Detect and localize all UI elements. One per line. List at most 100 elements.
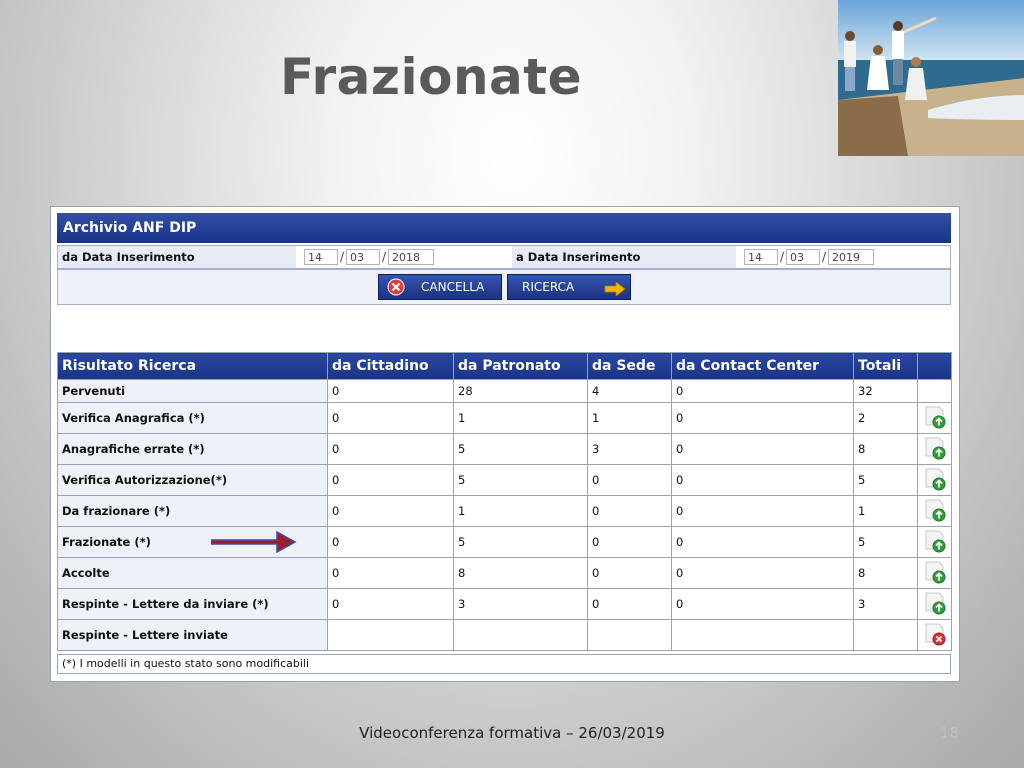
table-cell: 28 bbox=[453, 379, 588, 403]
table-row: Verifica Anagrafica (*) 0 1 1 0 2 bbox=[57, 402, 952, 434]
table-cell: 0 bbox=[671, 588, 854, 620]
table-header-row: Risultato Ricerca da Cittadino da Patron… bbox=[57, 352, 952, 380]
table-cell: 0 bbox=[671, 464, 854, 496]
to-year-input[interactable]: 2019 bbox=[828, 249, 874, 265]
table-cell: 3 bbox=[453, 588, 588, 620]
column-header: da Contact Center bbox=[671, 352, 854, 380]
highlight-arrow bbox=[210, 530, 297, 558]
row-action-cell bbox=[917, 402, 952, 434]
table-cell: 0 bbox=[671, 557, 854, 589]
table-cell: 5 bbox=[453, 526, 588, 558]
from-year-input[interactable]: 2018 bbox=[388, 249, 434, 265]
date-separator: / bbox=[822, 250, 827, 264]
table-cell: 0 bbox=[327, 588, 454, 620]
row-label: Da frazionare (*) bbox=[57, 495, 328, 527]
page-number: 18 bbox=[940, 724, 960, 742]
table-cell: 0 bbox=[671, 433, 854, 465]
row-action-cell bbox=[917, 379, 952, 403]
beach-family-photo bbox=[838, 0, 1024, 156]
search-button-label: RICERCA bbox=[522, 280, 575, 294]
table-cell: 0 bbox=[671, 495, 854, 527]
from-date-label: da Data Inserimento bbox=[58, 246, 296, 268]
table-cell: 0 bbox=[671, 402, 854, 434]
table-row: Verifica Autorizzazione(*) 0 5 0 0 5 bbox=[57, 464, 952, 496]
to-month-input[interactable]: 03 bbox=[786, 249, 820, 265]
column-header: Risultato Ricerca bbox=[57, 352, 328, 380]
table-cell: 3 bbox=[587, 433, 672, 465]
table-cell bbox=[853, 619, 918, 651]
table-cell: 8 bbox=[453, 557, 588, 589]
table-cell bbox=[453, 619, 588, 651]
table-cell: 0 bbox=[587, 557, 672, 589]
table-cell: 2 bbox=[853, 402, 918, 434]
date-separator: / bbox=[382, 250, 387, 264]
table-cell: 0 bbox=[327, 557, 454, 589]
table-cell: 5 bbox=[853, 526, 918, 558]
delete-icon[interactable] bbox=[922, 621, 950, 647]
table-cell: 8 bbox=[853, 557, 918, 589]
arrow-right-icon bbox=[604, 280, 626, 304]
table-row: Pervenuti 0 28 4 0 32 bbox=[57, 379, 952, 403]
table-cell: 1 bbox=[453, 402, 588, 434]
to-date-label: a Data Inserimento bbox=[512, 246, 736, 268]
open-details-icon[interactable] bbox=[922, 435, 950, 461]
table-cell: 0 bbox=[671, 526, 854, 558]
row-label: Respinte - Lettere da inviare (*) bbox=[57, 588, 328, 620]
table-cell: 0 bbox=[671, 379, 854, 403]
table-cell: 5 bbox=[453, 433, 588, 465]
table-cell: 32 bbox=[853, 379, 918, 403]
open-details-icon[interactable] bbox=[922, 404, 950, 430]
column-header: da Cittadino bbox=[327, 352, 454, 380]
row-action-cell bbox=[917, 495, 952, 527]
row-action-cell bbox=[917, 619, 952, 651]
open-details-icon[interactable] bbox=[922, 528, 950, 554]
date-separator: / bbox=[780, 250, 785, 264]
table-cell bbox=[671, 619, 854, 651]
table-row: Da frazionare (*) 0 1 0 0 1 bbox=[57, 495, 952, 527]
results-table: Risultato Ricerca da Cittadino da Patron… bbox=[57, 352, 952, 651]
table-cell: 0 bbox=[327, 526, 454, 558]
anf-archive-panel: Archivio ANF DIP da Data Inserimento 14 … bbox=[50, 206, 960, 682]
table-cell: 0 bbox=[587, 526, 672, 558]
open-details-icon[interactable] bbox=[922, 559, 950, 585]
slide-footer: Videoconferenza formativa – 26/03/2019 bbox=[359, 724, 665, 742]
search-button[interactable]: RICERCA bbox=[507, 274, 631, 300]
open-details-icon[interactable] bbox=[922, 590, 950, 616]
open-details-icon[interactable] bbox=[922, 466, 950, 492]
to-day-input[interactable]: 14 bbox=[744, 249, 778, 265]
table-cell: 0 bbox=[327, 495, 454, 527]
table-cell bbox=[327, 619, 454, 651]
table-cell: 0 bbox=[587, 495, 672, 527]
table-cell: 0 bbox=[327, 402, 454, 434]
open-details-icon[interactable] bbox=[922, 497, 950, 523]
row-label: Pervenuti bbox=[57, 379, 328, 403]
table-cell: 0 bbox=[587, 464, 672, 496]
table-cell bbox=[587, 619, 672, 651]
row-label: Respinte - Lettere inviate bbox=[57, 619, 328, 651]
cancel-icon bbox=[387, 278, 405, 304]
table-row: Respinte - Lettere inviate bbox=[57, 619, 952, 651]
row-action-cell bbox=[917, 557, 952, 589]
action-buttons-row: CANCELLA RICERCA bbox=[57, 269, 951, 305]
table-cell: 0 bbox=[327, 464, 454, 496]
from-day-input[interactable]: 14 bbox=[304, 249, 338, 265]
table-cell: 5 bbox=[453, 464, 588, 496]
table-cell: 0 bbox=[327, 379, 454, 403]
table-cell: 3 bbox=[853, 588, 918, 620]
date-separator: / bbox=[340, 250, 345, 264]
column-header-actions bbox=[917, 352, 952, 380]
cancel-button[interactable]: CANCELLA bbox=[378, 274, 502, 300]
cancel-button-label: CANCELLA bbox=[421, 280, 485, 294]
from-month-input[interactable]: 03 bbox=[346, 249, 380, 265]
row-action-cell bbox=[917, 464, 952, 496]
table-row: Accolte 0 8 0 0 8 bbox=[57, 557, 952, 589]
row-action-cell bbox=[917, 588, 952, 620]
table-row: Frazionate (*) 0 5 0 0 5 bbox=[57, 526, 952, 558]
table-cell: 1 bbox=[853, 495, 918, 527]
table-row: Respinte - Lettere da inviare (*) 0 3 0 0 3 bbox=[57, 588, 952, 620]
panel-title: Archivio ANF DIP bbox=[57, 213, 951, 243]
row-action-cell bbox=[917, 526, 952, 558]
row-label: Anagrafiche errate (*) bbox=[57, 433, 328, 465]
slide-title: Frazionate bbox=[280, 48, 583, 106]
table-cell: 0 bbox=[327, 433, 454, 465]
